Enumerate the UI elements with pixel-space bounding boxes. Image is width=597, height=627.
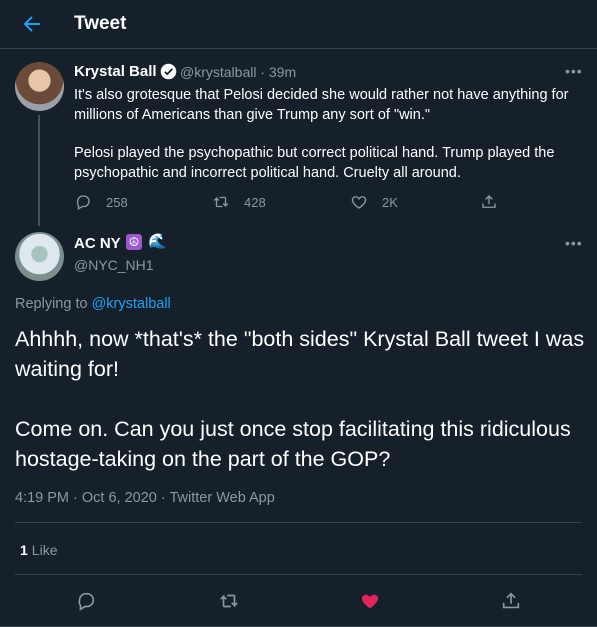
reply-icon[interactable] <box>75 590 97 612</box>
page-title: Tweet <box>74 13 127 34</box>
retweet-icon <box>213 196 229 208</box>
share-icon[interactable] <box>500 590 522 612</box>
retweet-count: 428 <box>244 194 266 210</box>
thread-connector-line <box>38 115 40 226</box>
heart-icon <box>351 196 367 209</box>
wave-emoji-icon: 🌊 <box>148 233 167 250</box>
retweet-icon[interactable] <box>218 590 240 612</box>
like-button[interactable]: 2K <box>350 193 398 211</box>
tweet-actions <box>0 586 597 614</box>
replying-prefix: Replying to <box>15 296 92 312</box>
author-handle[interactable]: @NYC_NH1 <box>74 257 154 273</box>
tweet-paragraph: Come on. Can you just once stop facilita… <box>15 417 571 471</box>
author-name[interactable]: Krystal Ball <box>74 63 157 80</box>
top-bar: Tweet <box>0 0 597 49</box>
reply-count: 258 <box>106 194 128 210</box>
like-count: 2K <box>382 194 398 210</box>
divider <box>15 522 582 523</box>
tweet-paragraph: Pelosi played the psychopathic but corre… <box>74 145 555 181</box>
author-handle-time[interactable]: @krystalball · 39m <box>180 64 296 80</box>
replying-handle-link[interactable]: @krystalball <box>92 296 171 312</box>
reply-button[interactable]: 258 <box>74 193 128 211</box>
tweet-actions: 258 428 2K <box>74 193 514 213</box>
verified-badge-icon <box>160 63 177 80</box>
heart-filled-icon[interactable] <box>359 590 381 612</box>
reply-icon <box>76 195 90 210</box>
more-options-icon[interactable]: ••• <box>565 235 583 251</box>
replying-to: Replying to @krystalball <box>15 296 171 312</box>
tweet-timestamp[interactable]: 4:19 PM · Oct 6, 2020 · Twitter Web App <box>15 490 275 506</box>
likes-label: Like <box>31 542 58 558</box>
avatar[interactable] <box>15 62 64 111</box>
share-button[interactable] <box>480 193 498 211</box>
divider <box>15 574 582 575</box>
tweet-paragraph: Ahhhh, now *that's* the "both sides" Kry… <box>15 327 585 381</box>
tweet-paragraph: It's also grotesque that Pelosi decided … <box>74 87 569 123</box>
retweet-button[interactable]: 428 <box>212 193 266 211</box>
back-arrow-icon[interactable] <box>20 12 44 36</box>
likes-count: 1 <box>20 542 28 558</box>
author-name[interactable]: AC NY <box>74 235 121 252</box>
likes-summary[interactable]: 1 Like <box>20 542 57 558</box>
share-icon <box>482 195 496 208</box>
tweet-text: It's also grotesque that Pelosi decided … <box>74 85 579 201</box>
tweet-text: Ahhhh, now *that's* the "both sides" Kry… <box>15 324 585 504</box>
peace-emoji-icon: ☮ <box>126 234 142 250</box>
avatar[interactable] <box>15 232 64 281</box>
more-options-icon[interactable]: ••• <box>565 63 583 79</box>
